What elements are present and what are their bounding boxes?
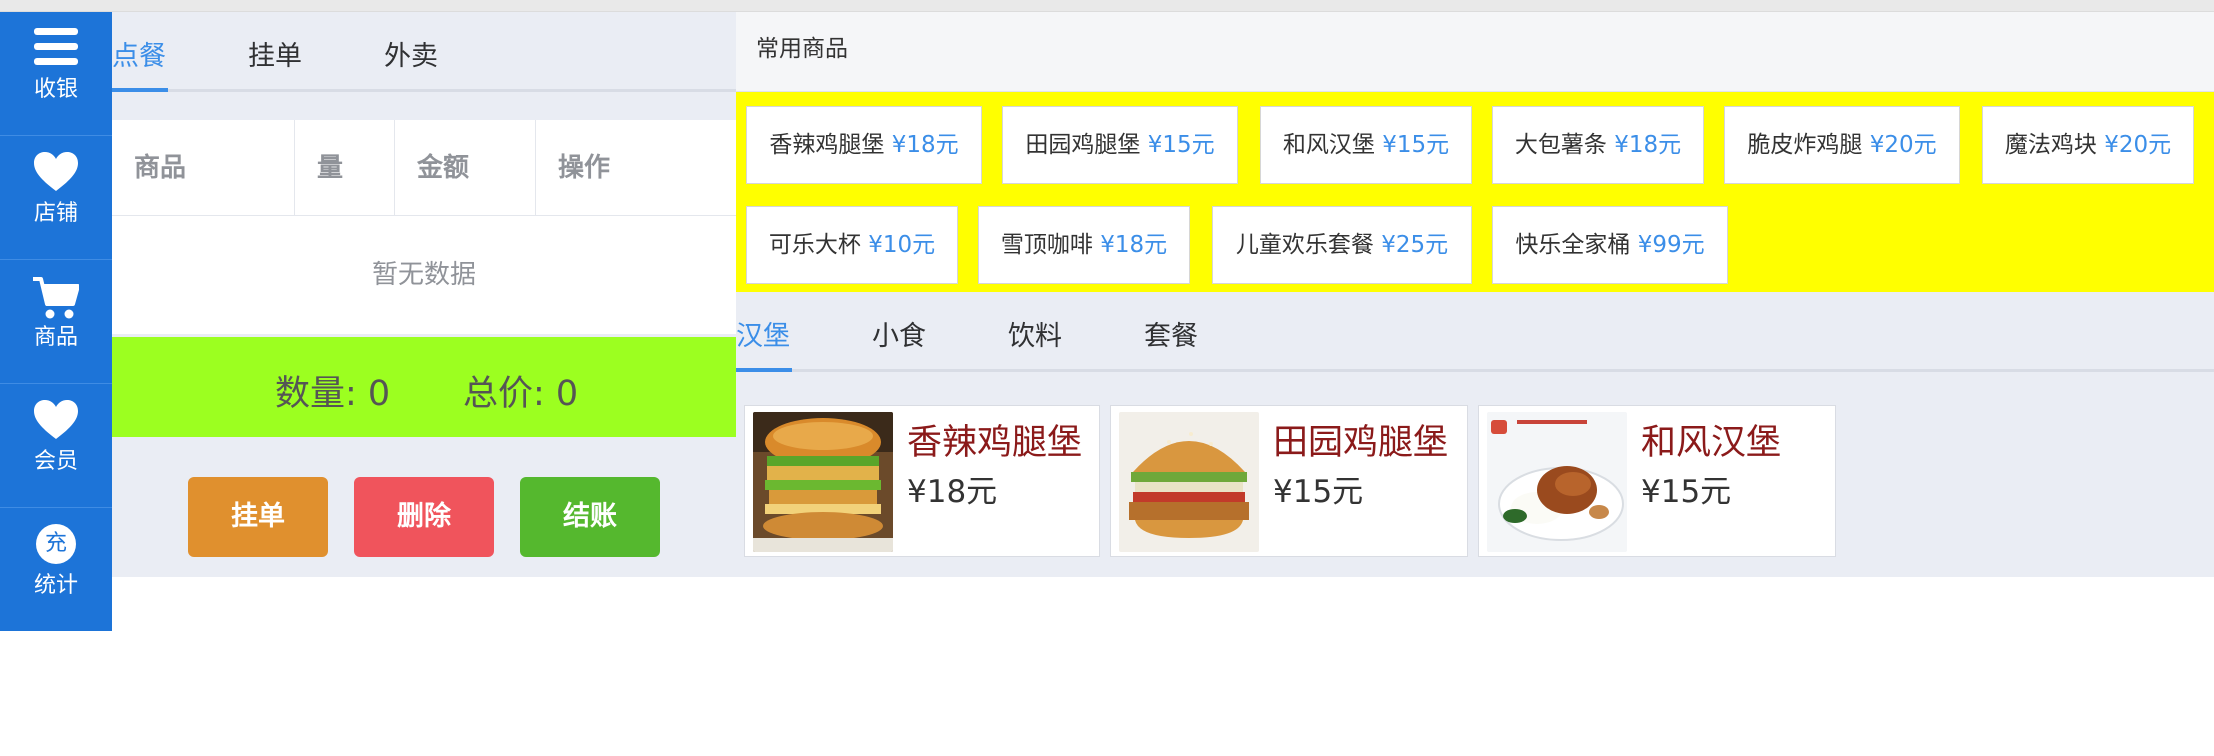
empty-table-text: 暂无数据 (371, 260, 476, 290)
product-price: ¥18元 (907, 474, 998, 510)
nav-label: 会员 (33, 449, 78, 474)
common-goods-item[interactable]: 可乐大杯 ¥10元 (746, 206, 958, 284)
common-goods-item[interactable]: 和风汉堡 ¥15元 (1260, 106, 1472, 184)
tab-pending[interactable]: 挂单 (248, 34, 302, 73)
item-name: 雪顶咖啡 (1000, 232, 1093, 258)
common-goods-item[interactable]: 香辣鸡腿堡 ¥18元 (746, 106, 982, 184)
item-price: ¥25元 (1381, 232, 1449, 258)
category-tabs: 汉堡 小食 饮料 套餐 (736, 292, 2214, 372)
nav-item-stats[interactable]: 充 统计 (0, 508, 112, 632)
item-price: ¥99元 (1637, 232, 1705, 258)
nav-label: 收银 (33, 77, 78, 102)
item-name: 魔法鸡块 (2004, 132, 2097, 158)
item-price: ¥20元 (2104, 132, 2172, 158)
tab-snacks[interactable]: 小食 (872, 314, 926, 353)
chicken-burger-image (1119, 412, 1259, 552)
nav-item-shop[interactable]: 店铺 (0, 136, 112, 260)
goods-panel: 常用商品 香辣鸡腿堡 ¥18元 田园鸡腿堡 ¥15元 和风汉堡 ¥15元 大包薯… (736, 12, 2214, 577)
item-price: ¥18元 (1100, 232, 1168, 258)
common-goods-item[interactable]: 田园鸡腿堡 ¥15元 (1002, 106, 1238, 184)
table-header: 商品 量 金额 操作 (112, 120, 736, 216)
common-goods-item[interactable]: 魔法鸡块 ¥20元 (1982, 106, 2194, 184)
left-nav: 收银 店铺 商品 会员 充 统计 (0, 12, 112, 631)
column-header-action[interactable]: 操作 (536, 120, 736, 216)
heart-icon (34, 400, 78, 439)
item-name: 脆皮炸鸡腿 (1747, 132, 1863, 158)
tab-takeout[interactable]: 外卖 (384, 34, 438, 73)
column-header-amount[interactable]: 金额 (395, 120, 536, 216)
common-goods-item[interactable]: 儿童欢乐套餐 ¥25元 (1212, 206, 1472, 284)
item-name: 儿童欢乐套餐 (1235, 232, 1374, 258)
common-goods-list: 香辣鸡腿堡 ¥18元 田园鸡腿堡 ¥15元 和风汉堡 ¥15元 大包薯条 ¥18… (736, 92, 2214, 292)
nav-label: 统计 (33, 573, 78, 598)
order-totals: 数量: 0 总价: 0 (112, 337, 736, 437)
stacked-burger-image (753, 412, 893, 552)
nav-item-member[interactable]: 会员 (0, 384, 112, 508)
product-price: ¥15元 (1273, 474, 1364, 510)
product-price: ¥15元 (1641, 474, 1732, 510)
product-card[interactable]: 田园鸡腿堡 ¥15元 (1110, 405, 1468, 557)
total-price-label: 总价: 0 (463, 374, 579, 414)
item-price: ¥18元 (891, 132, 959, 158)
item-price: ¥18元 (1614, 132, 1682, 158)
tab-combos[interactable]: 套餐 (1144, 314, 1198, 353)
tab-drinks[interactable]: 饮料 (1008, 314, 1062, 353)
tab-burger[interactable]: 汉堡 (736, 314, 790, 353)
column-header-goods[interactable]: 商品 (112, 120, 295, 216)
item-name: 和风汉堡 (1282, 132, 1375, 158)
item-price: ¥20元 (1869, 132, 1937, 158)
tab-order[interactable]: 点餐 (112, 34, 166, 73)
item-name: 快乐全家桶 (1515, 232, 1631, 258)
order-table: 商品 量 金额 操作 暂无数据 (112, 120, 736, 334)
item-price: ¥15元 (1382, 132, 1450, 158)
hold-order-button[interactable]: 挂单 (188, 477, 328, 557)
browser-top-bar (0, 0, 2214, 12)
common-goods-item[interactable]: 脆皮炸鸡腿 ¥20元 (1724, 106, 1960, 184)
nav-label: 店铺 (33, 201, 78, 226)
common-goods-title: 常用商品 (736, 12, 2214, 92)
nav-item-cashier[interactable]: 收银 (0, 12, 112, 136)
column-header-qty[interactable]: 量 (295, 120, 395, 216)
order-panel: 点餐 挂单 外卖 商品 量 金额 操作 暂无数据 数量: 0 总价: 0 挂单 … (112, 12, 736, 577)
nav-label: 商品 (33, 325, 78, 350)
heart-icon (34, 152, 78, 191)
active-tab-indicator (112, 88, 168, 92)
item-name: 大包薯条 (1514, 132, 1607, 158)
product-name: 和风汉堡 (1641, 423, 1782, 463)
product-name: 田园鸡腿堡 (1273, 423, 1449, 463)
checkout-button[interactable]: 结账 (520, 477, 660, 557)
count-label: 数量: 0 (275, 374, 391, 414)
nav-item-goods[interactable]: 商品 (0, 260, 112, 384)
item-price: ¥15元 (1147, 132, 1215, 158)
product-card[interactable]: 和风汉堡 ¥15元 (1478, 405, 1836, 557)
active-tab-indicator (736, 368, 792, 372)
product-name: 香辣鸡腿堡 (907, 423, 1083, 463)
common-goods-item[interactable]: 雪顶咖啡 ¥18元 (978, 206, 1190, 284)
cart-icon (33, 277, 79, 319)
menu-icon (34, 28, 78, 65)
fried-chicken-plate-image (1487, 412, 1627, 552)
item-name: 可乐大杯 (768, 232, 861, 258)
product-card[interactable]: 香辣鸡腿堡 ¥18元 (744, 405, 1100, 557)
order-tabs: 点餐 挂单 外卖 (112, 12, 736, 92)
common-goods-item[interactable]: 大包薯条 ¥18元 (1492, 106, 1704, 184)
item-price: ¥10元 (868, 232, 936, 258)
common-goods-item[interactable]: 快乐全家桶 ¥99元 (1492, 206, 1728, 284)
item-name: 田园鸡腿堡 (1025, 132, 1141, 158)
charge-icon: 充 (36, 524, 76, 564)
item-name: 香辣鸡腿堡 (769, 132, 885, 158)
delete-button[interactable]: 删除 (354, 477, 494, 557)
